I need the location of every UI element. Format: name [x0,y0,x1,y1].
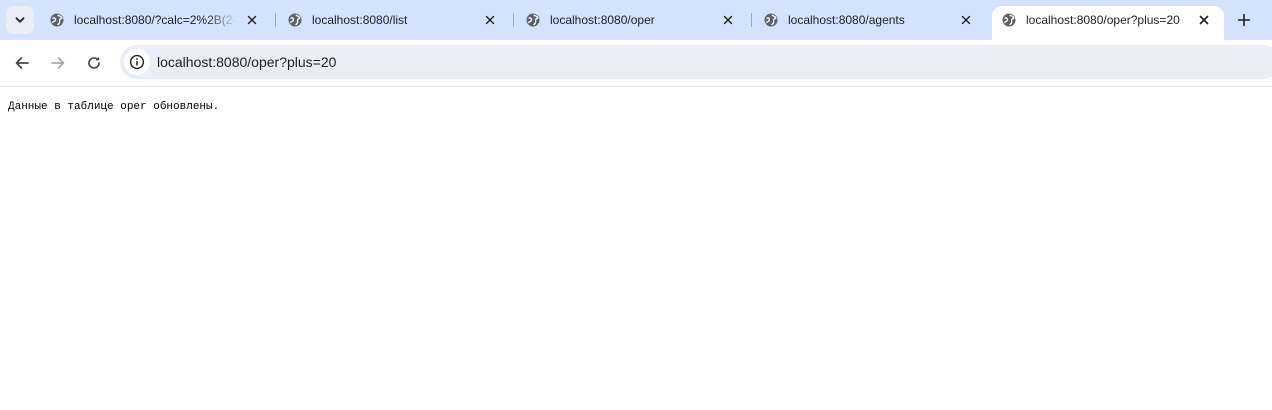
tab-search-button[interactable] [6,6,34,34]
plus-icon [1237,13,1251,27]
forward-button[interactable] [44,49,72,77]
close-icon[interactable] [958,12,974,28]
close-icon[interactable] [720,12,736,28]
address-bar[interactable]: localhost:8080/oper?plus=20 [120,45,1272,79]
tab-title: localhost:8080/list [312,13,408,27]
new-tab-button[interactable] [1230,8,1258,32]
tab-2[interactable]: localhost:8080/list [278,6,510,34]
arrow-left-icon [15,57,29,69]
back-button[interactable] [8,49,36,77]
globe-icon [288,13,302,27]
tab-1[interactable]: localhost:8080/?calc=2%2B(2-2 [40,6,272,34]
tab-separator [751,13,752,27]
reload-icon [88,56,100,69]
tab-4[interactable]: localhost:8080/agents [754,6,986,34]
site-info-button[interactable] [124,49,150,75]
arrow-right-icon [51,57,65,69]
close-icon[interactable] [244,12,260,28]
reload-button[interactable] [80,49,108,77]
tab-5-active[interactable]: localhost:8080/oper?plus=20 [992,6,1224,40]
close-icon[interactable] [482,12,498,28]
tab-title: localhost:8080/?calc=2%2B(2-2 [74,13,238,27]
globe-icon [50,13,64,27]
tab-separator [275,13,276,27]
tab-separator [513,13,514,27]
tab-strip: localhost:8080/?calc=2%2B(2-2 localhost:… [0,0,1272,40]
tab-3[interactable]: localhost:8080/oper [516,6,748,34]
tab-title: localhost:8080/oper?plus=20 [1026,13,1180,27]
globe-icon [1002,13,1016,27]
browser-toolbar: localhost:8080/oper?plus=20 [0,40,1272,87]
close-icon[interactable] [1196,12,1212,28]
url-text[interactable]: localhost:8080/oper?plus=20 [157,54,336,70]
tab-title: localhost:8080/oper [550,13,655,27]
globe-icon [526,13,540,27]
globe-icon [764,13,778,27]
tab-title: localhost:8080/agents [788,13,905,27]
page-message: Данные в таблице oper обновлены. [8,101,220,113]
chevron-down-icon [15,17,25,23]
info-icon [129,54,145,70]
